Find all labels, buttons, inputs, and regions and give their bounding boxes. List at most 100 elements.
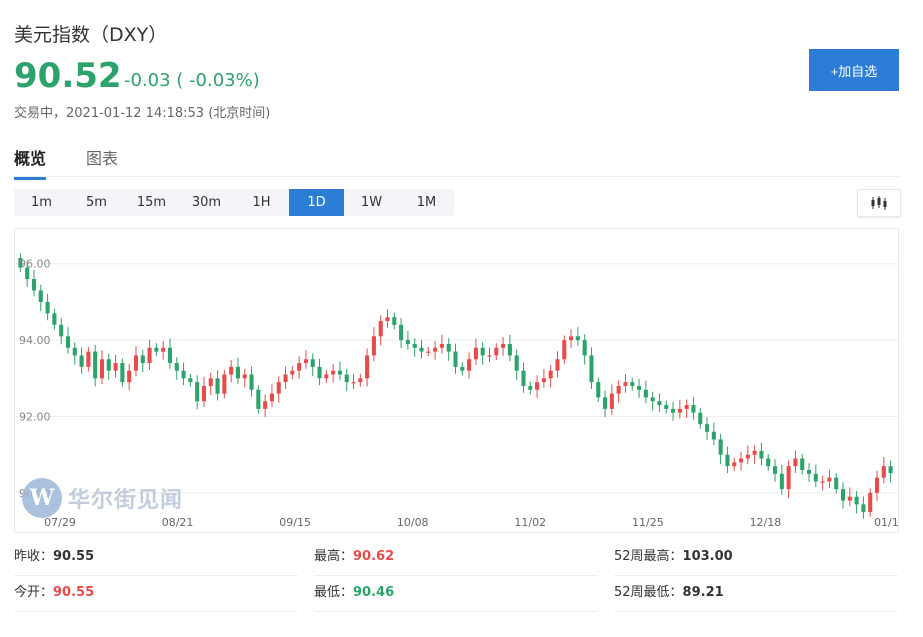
y-tick-label: 92.00: [19, 411, 51, 424]
watermark-logo: W: [22, 478, 62, 518]
candle-body: [643, 389, 648, 398]
candle-body: [861, 504, 866, 512]
y-tick-label: 94.00: [19, 334, 51, 347]
candle-body: [222, 374, 227, 394]
candle-body: [310, 359, 315, 367]
candle-body: [460, 366, 465, 371]
candle-body: [154, 347, 159, 352]
candle-body: [535, 382, 540, 390]
candle-body: [358, 378, 363, 383]
period-selector: 1m 5m 15m 30m 1H 1D 1W 1M: [14, 189, 454, 216]
candle-body: [235, 366, 240, 379]
candle-body: [637, 385, 642, 390]
candle-body: [127, 370, 132, 383]
candle-body: [840, 489, 846, 501]
candle-body: [174, 363, 179, 371]
stat-52w-low: 52周最低：89.21: [614, 576, 898, 612]
trading-status: 交易中，2021-01-12 14:18:53 (北京时间): [14, 106, 271, 121]
candle-body: [691, 405, 696, 413]
candle-body: [528, 385, 533, 390]
candle-body: [45, 301, 50, 314]
period-1mo[interactable]: 1M: [399, 189, 454, 216]
watermark: W 华尔街见闻: [22, 478, 183, 518]
candle-body: [303, 359, 308, 364]
candle-body: [439, 343, 444, 348]
tab-overview[interactable]: 概览: [14, 145, 47, 180]
stat-high: 最高：90.62: [314, 540, 598, 576]
candle-body: [630, 382, 635, 386]
candle-body: [133, 355, 139, 371]
candle-body: [161, 347, 166, 352]
candle-body: [786, 466, 791, 490]
candle-body: [473, 347, 478, 360]
candle-body: [806, 469, 812, 474]
candle-body: [412, 343, 417, 348]
candle-body: [854, 496, 859, 505]
period-1h[interactable]: 1H: [234, 189, 289, 216]
candle-body: [65, 336, 71, 348]
candle-body: [188, 378, 193, 383]
candle-body: [671, 408, 676, 413]
candle-body: [827, 477, 832, 482]
add-to-watchlist-button[interactable]: +加自选: [809, 49, 899, 91]
candle-body: [589, 355, 594, 383]
candle-body: [147, 347, 152, 364]
candle-body: [269, 393, 274, 402]
candle-body: [711, 431, 716, 440]
candle-body: [317, 366, 322, 379]
candle-body: [501, 343, 506, 348]
candle-body: [881, 466, 886, 478]
stat-prev-close: 昨收：90.55: [14, 540, 298, 576]
candle-body: [337, 370, 342, 375]
candle-body: [548, 370, 553, 379]
candle-body: [766, 458, 771, 467]
candle-body: [419, 347, 424, 352]
candle-body: [86, 351, 91, 367]
candle-body: [208, 378, 213, 386]
candle-body: [575, 336, 580, 341]
candle-body: [446, 343, 451, 352]
candle-body: [650, 397, 655, 402]
candle-body: [596, 382, 601, 398]
period-30m[interactable]: 30m: [179, 189, 234, 216]
period-5m[interactable]: 5m: [69, 189, 124, 216]
candle-body: [426, 351, 431, 353]
candle-body: [276, 382, 281, 394]
candle-body: [623, 382, 628, 386]
candle-body: [229, 366, 234, 375]
candle-body: [263, 401, 268, 409]
candle-body: [888, 466, 893, 474]
candle-body: [242, 374, 247, 379]
candlestick-icon: [871, 196, 887, 210]
candle-body: [514, 355, 519, 371]
candle-body: [378, 321, 383, 337]
price-change: -0.03 ( -0.03%): [124, 70, 260, 91]
page-title: 美元指数（DXY）: [14, 24, 168, 46]
candle-body: [732, 462, 737, 467]
candle-body: [541, 378, 546, 383]
x-tick-label: 01/1: [874, 516, 898, 529]
candle-body: [745, 454, 750, 459]
y-tick-label: 96.00: [19, 258, 51, 271]
x-tick-label: 10/08: [397, 516, 429, 529]
candle-body: [725, 454, 730, 467]
candle-body: [385, 317, 390, 322]
candle-body: [616, 385, 621, 394]
candle-body: [365, 355, 370, 379]
candle-body: [181, 370, 186, 379]
candle-body: [562, 340, 567, 360]
period-1m[interactable]: 1m: [14, 189, 69, 216]
period-1d[interactable]: 1D: [289, 189, 344, 216]
candle-body: [779, 473, 784, 490]
candle-body: [215, 378, 220, 394]
period-1w[interactable]: 1W: [344, 189, 399, 216]
x-tick-label: 11/02: [514, 516, 546, 529]
chart-type-button[interactable]: [857, 189, 901, 217]
candle-body: [167, 347, 173, 364]
candle-body: [405, 340, 410, 344]
candle-body: [813, 473, 818, 482]
period-15m[interactable]: 15m: [124, 189, 179, 216]
candle-body: [79, 355, 84, 367]
tab-chart[interactable]: 图表: [86, 145, 118, 177]
candle-body: [738, 458, 744, 463]
